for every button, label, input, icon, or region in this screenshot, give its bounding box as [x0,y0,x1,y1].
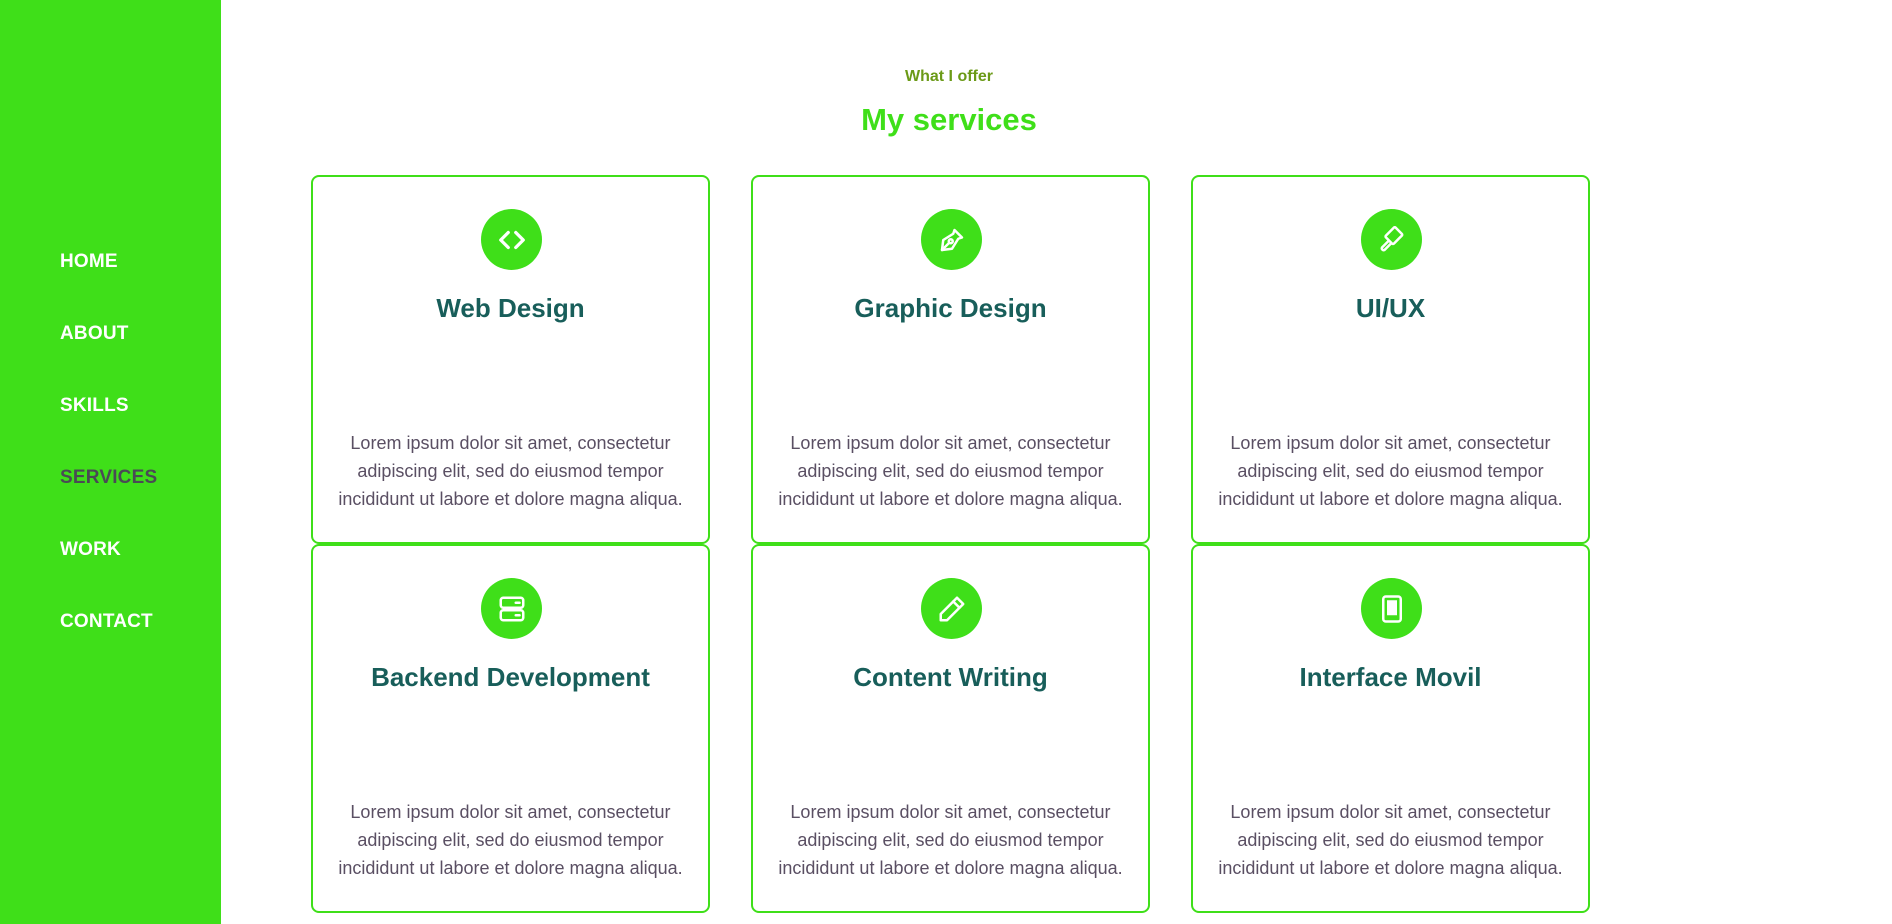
service-description: Lorem ipsum dolor sit amet, consectetur … [778,433,1123,509]
service-card-web-design: Web Design Lorem ipsum dolor sit amet, c… [311,175,710,544]
service-description: Lorem ipsum dolor sit amet, consectetur … [1218,802,1563,878]
service-card-backend-development: Backend Development Lorem ipsum dolor si… [311,544,710,913]
service-card-ui-ux: UI/UX Lorem ipsum dolor sit amet, consec… [1191,175,1590,544]
services-section: What I offer My services Web Design Lore… [221,0,1892,924]
service-description: Lorem ipsum dolor sit amet, consectetur … [778,802,1123,878]
nav-item-contact[interactable]: CONTACT [60,608,157,636]
main-nav: HOME ABOUT SKILLS SERVICES WORK CONTACT [60,248,157,680]
section-title: My services [861,102,1037,137]
service-title: Content Writing [853,662,1048,692]
nav-item-about[interactable]: ABOUT [60,320,157,348]
code-icon [481,209,542,270]
service-card-graphic-design: Graphic Design Lorem ipsum dolor sit ame… [751,175,1150,544]
pen-nib-icon [921,209,982,270]
nav-item-skills[interactable]: SKILLS [60,392,157,420]
sidebar: HOME ABOUT SKILLS SERVICES WORK CONTACT [0,0,221,924]
nav-item-work[interactable]: WORK [60,536,157,564]
server-icon [481,578,542,639]
nav-item-services[interactable]: SERVICES [60,464,157,492]
service-description: Lorem ipsum dolor sit amet, consectetur … [338,433,683,509]
service-card-interface-movil: Interface Movil Lorem ipsum dolor sit am… [1191,544,1590,913]
nav-item-home[interactable]: HOME [60,248,157,276]
service-title: UI/UX [1355,293,1426,323]
tablet-icon [1361,578,1422,639]
pencil-icon [921,578,982,639]
service-description: Lorem ipsum dolor sit amet, consectetur … [1218,433,1563,509]
paint-brush-icon [1361,209,1422,270]
service-title: Interface Movil [1299,662,1482,692]
service-title: Web Design [436,293,585,323]
service-card-content-writing: Content Writing Lorem ipsum dolor sit am… [751,544,1150,913]
service-title: Graphic Design [854,293,1047,323]
service-description: Lorem ipsum dolor sit amet, consectetur … [338,802,683,878]
section-subtitle: What I offer [905,68,993,85]
service-title: Backend Development [371,662,650,692]
